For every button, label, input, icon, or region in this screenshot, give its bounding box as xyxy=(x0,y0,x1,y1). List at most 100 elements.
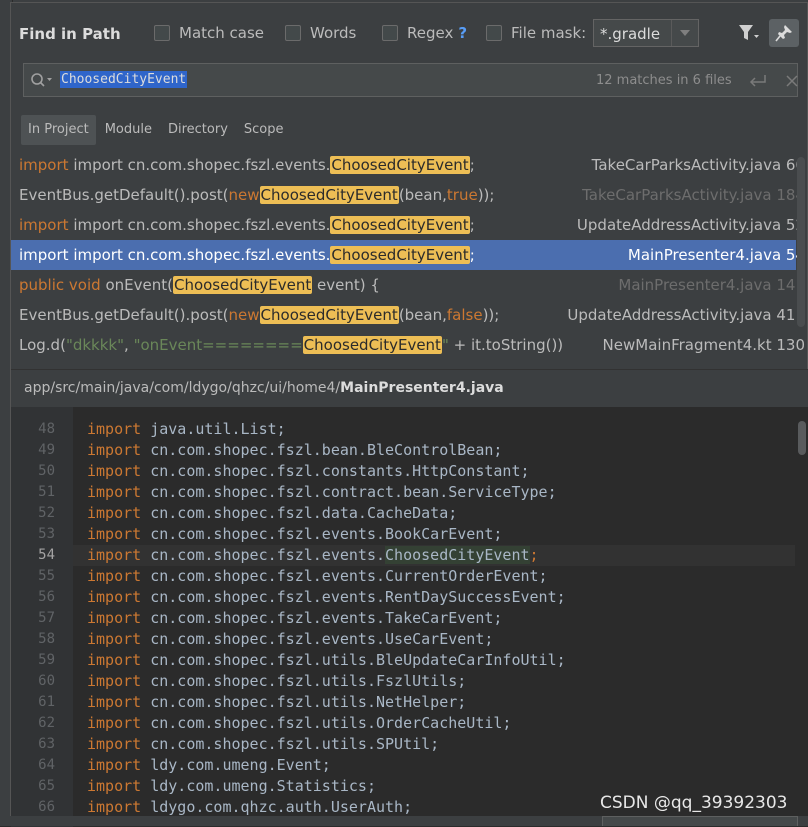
match-count: 12 matches in 6 files xyxy=(596,73,732,88)
match-highlight: ChoosedCityEvent xyxy=(259,186,399,204)
line-number: 50 xyxy=(38,463,55,479)
file-mask-checkbox[interactable] xyxy=(486,25,502,41)
keyword: import xyxy=(19,246,69,264)
result-prefix: onEvent( xyxy=(105,276,173,294)
result-prefix: EventBus.getDefault().post( xyxy=(19,186,229,204)
result-prefix: EventBus.getDefault().post( xyxy=(19,306,229,324)
keyword: import xyxy=(87,609,142,627)
code-line: import cn.com.shopec.fszl.events.Choosed… xyxy=(87,546,539,564)
line-number: 64 xyxy=(38,757,55,773)
editor-scrollbar[interactable] xyxy=(795,407,808,827)
result-prefix: import cn.com.shopec.fszl.events. xyxy=(73,246,331,264)
regex-help-link[interactable]: ? xyxy=(458,24,467,42)
results-scrollbar[interactable] xyxy=(795,153,807,353)
results-scroll-thumb[interactable] xyxy=(797,157,805,327)
dialog-title: Find in Path xyxy=(19,25,121,43)
line-number: 48 xyxy=(38,421,55,437)
match-highlight: ChoosedCityEvent xyxy=(259,306,399,324)
code-text: cn.com.shopec.fszl.utils.OrderCacheUtil; xyxy=(141,714,512,732)
code-line: import java.util.List; xyxy=(87,420,286,438)
result-row[interactable]: Log.d("dkkkk", "onEvent========ChoosedCi… xyxy=(11,330,805,360)
search-icon[interactable] xyxy=(30,72,54,92)
regex-option[interactable]: Regex ? xyxy=(382,24,467,42)
result-suffix: ; xyxy=(469,216,475,234)
string-literal: "dkkkk" xyxy=(65,336,125,354)
code-text: java.util.List; xyxy=(141,420,286,438)
filter-button[interactable] xyxy=(735,21,763,45)
result-suffix: event) { xyxy=(312,276,380,294)
tab-directory[interactable]: Directory xyxy=(161,115,235,145)
code-line: import ldygo.com.qhzc.auth.UserAuth; xyxy=(87,798,412,816)
result-row[interactable]: EventBus.getDefault().post(newChoosedCit… xyxy=(11,180,805,210)
line-number: 63 xyxy=(38,736,55,752)
keyword: import xyxy=(87,735,142,753)
keyword: import xyxy=(87,441,142,459)
result-code: EventBus.getDefault().post(newChoosedCit… xyxy=(19,180,494,210)
words-label: Words xyxy=(310,24,357,42)
keyword: import xyxy=(87,630,142,648)
line-number: 53 xyxy=(38,526,55,542)
editor-scroll-thumb[interactable] xyxy=(798,421,806,455)
keyword: import xyxy=(87,777,142,795)
result-code: import import cn.com.shopec.fszl.events.… xyxy=(19,210,475,240)
pin-window-button[interactable] xyxy=(769,19,799,47)
match-case-label: Match case xyxy=(179,24,265,42)
file-mask-label: File mask: xyxy=(511,24,587,42)
code-text: ldy.com.umeng.Statistics; xyxy=(141,777,376,795)
file-mask-input[interactable]: *.gradle xyxy=(593,19,699,47)
code-line: import cn.com.shopec.fszl.events.RentDay… xyxy=(87,588,566,606)
file-mask-option[interactable]: File mask: xyxy=(486,24,586,42)
open-in-find-window-button[interactable] xyxy=(602,816,798,826)
result-file: UpdateAddressActivity.java 52 xyxy=(576,216,805,234)
search-field[interactable]: ChoosedCityEvent 12 matches in 6 files xyxy=(23,63,798,97)
words-option[interactable]: Words xyxy=(285,24,356,42)
tab-in-project[interactable]: In Project xyxy=(21,115,96,145)
keyword: import xyxy=(87,672,142,690)
code-preview[interactable]: 48 import java.util.List; 49 import cn.com.… xyxy=(11,407,808,827)
code-line: import cn.com.shopec.fszl.constants.Http… xyxy=(87,462,530,480)
code-line: import cn.com.shopec.fszl.utils.NetHelpe… xyxy=(87,693,466,711)
code-line: import cn.com.shopec.fszl.bean.BleContro… xyxy=(87,441,502,459)
search-query[interactable]: ChoosedCityEvent xyxy=(60,71,188,88)
code-line: import cn.com.shopec.fszl.data.CacheData… xyxy=(87,504,457,522)
line-number: 59 xyxy=(38,652,55,668)
tab-scope[interactable]: Scope xyxy=(237,115,291,145)
result-row-selected[interactable]: import import cn.com.shopec.fszl.events.… xyxy=(11,240,805,270)
line-number: 52 xyxy=(38,505,55,521)
keyword: import xyxy=(87,525,142,543)
result-row[interactable]: import import cn.com.shopec.fszl.events.… xyxy=(11,210,805,240)
result-code: import import cn.com.shopec.fszl.events.… xyxy=(19,150,475,180)
file-mask-dropdown[interactable] xyxy=(671,20,698,46)
result-code: import import cn.com.shopec.fszl.events.… xyxy=(19,240,475,270)
line-number: 62 xyxy=(38,715,55,731)
match-case-checkbox[interactable] xyxy=(154,25,170,41)
code-text: cn.com.shopec.fszl.utils.SPUtil; xyxy=(141,735,440,753)
words-checkbox[interactable] xyxy=(285,25,301,41)
line-number: 51 xyxy=(38,484,55,500)
match-highlight: ChoosedCityEvent xyxy=(330,156,470,174)
keyword: import xyxy=(87,567,142,585)
result-row[interactable]: EventBus.getDefault().post(newChoosedCit… xyxy=(11,300,805,330)
code-text: ; xyxy=(529,546,539,564)
clear-search-icon[interactable] xyxy=(785,73,799,92)
code-text: cn.com.shopec.fszl.events.TakeCarEvent; xyxy=(141,609,503,627)
result-code: EventBus.getDefault().post(newChoosedCit… xyxy=(19,300,499,330)
match-case-option[interactable]: Match case xyxy=(154,24,264,42)
code-text: cn.com.shopec.fszl.contract.bean.Service… xyxy=(141,483,557,501)
line-number: 65 xyxy=(38,778,55,794)
result-prefix: Log.d( xyxy=(19,336,66,354)
match-highlight: ChoosedCityEvent xyxy=(330,216,470,234)
result-file: TakeCarParksActivity.java 60 xyxy=(591,156,805,174)
path-dir: app/src/main/java/com/ldygo/qhzc/ui/home… xyxy=(24,380,341,396)
result-row[interactable]: public void onEvent(ChoosedCityEvent eve… xyxy=(11,270,805,300)
line-number: 49 xyxy=(38,442,55,458)
regex-checkbox[interactable] xyxy=(382,25,398,41)
code-text: cn.com.shopec.fszl.data.CacheData; xyxy=(141,504,458,522)
result-code: public void onEvent(ChoosedCityEvent eve… xyxy=(19,270,380,300)
result-row[interactable]: import import cn.com.shopec.fszl.events.… xyxy=(11,150,805,180)
string-literal: " xyxy=(441,336,449,354)
tab-module[interactable]: Module xyxy=(98,115,159,145)
new-line-icon[interactable] xyxy=(749,73,767,92)
code-match-highlight: ChoosedCityEvent xyxy=(385,546,530,564)
result-suffix: )); xyxy=(482,306,500,324)
